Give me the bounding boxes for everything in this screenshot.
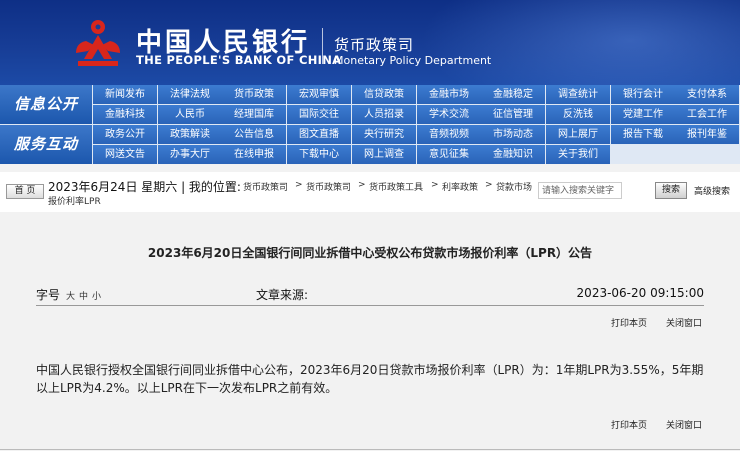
service-nav-item[interactable]: 办事大厅 [158,145,222,164]
banner-glow [420,0,740,85]
nav-grid-info: 新闻发布 法律法规 货币政策 宏观审慎 信贷政策 金融市场 金融稳定 调查统计 银行会计 支付体系… [93,85,740,124]
info-nav-item[interactable]: 金融市场 [417,85,481,104]
info-nav-item[interactable]: 调查统计 [546,85,610,104]
font-size-small-button[interactable]: 小 [92,289,101,302]
close-window-link-bottom[interactable]: 关闭窗口 [666,418,702,431]
breadcrumb-item[interactable]: 货币政策司 [306,180,351,193]
info-nav-item[interactable]: 党建工作 [611,105,675,124]
print-page-link-bottom[interactable]: 打印本页 [611,418,647,431]
breadcrumb-separator: > [431,180,439,190]
service-nav-item[interactable]: 公告信息 [222,125,286,144]
article-title: 2023年6月20日全国银行间同业拆借中心受权公布贷款市场报价利率（LPR）公告 [147,246,593,260]
dept-name-cn: 货币政策司 [334,36,415,54]
print-page-link[interactable]: 打印本页 [611,316,647,329]
article-meta: 字号 大 中 小 文章来源: 2023-06-20 09:15:00 [36,286,704,306]
content-divider [0,449,740,450]
font-size-large-button[interactable]: 大 [66,289,75,302]
info-nav-item[interactable]: 反洗钱 [546,105,610,124]
home-button[interactable]: 首 页 [6,184,44,199]
breadcrumb-item[interactable]: 利率政策 [442,180,478,193]
breadcrumb-item[interactable]: 贷款市场 [496,180,532,193]
info-nav-item[interactable]: 银行会计 [611,85,675,104]
breadcrumb-item-lpr[interactable]: 报价利率LPR [48,194,101,207]
service-nav-item[interactable]: 在线申报 [222,145,286,164]
main-nav: 信息公开 新闻发布 法律法规 货币政策 宏观审慎 信贷政策 金融市场 金融稳定 调查统计 银行会… [0,85,740,164]
info-nav-item[interactable]: 信贷政策 [352,85,416,104]
nav-label-service[interactable]: 服务互动 [0,125,92,164]
service-nav-item[interactable]: 金融知识 [481,145,545,164]
breadcrumb-bar: 首 页 2023年6月24日 星期六 | 我的位置: 货币政策司 > 货币政策司 > 货… [0,172,740,212]
info-nav-item[interactable]: 国际交往 [287,105,351,124]
info-nav-item[interactable]: 经理国库 [222,105,286,124]
info-nav-item[interactable]: 法律法规 [158,85,222,104]
service-nav-item[interactable]: 关于我们 [546,145,610,164]
info-nav-item[interactable]: 宏观审慎 [287,85,351,104]
info-nav-item[interactable]: 支付体系 [675,85,739,104]
header-divider [322,28,323,64]
service-nav-item[interactable]: 政务公开 [93,125,157,144]
service-nav-item[interactable]: 网上展厅 [546,125,610,144]
close-window-link[interactable]: 关闭窗口 [666,316,702,329]
article-source: 文章来源: [256,288,309,302]
nav-label-info[interactable]: 信息公开 [0,85,92,124]
info-nav-item[interactable]: 金融稳定 [481,85,545,104]
breadcrumb-separator: > [358,180,366,190]
dept-name-en: Monetary Policy Department [334,54,492,67]
article-body: 中国人民银行授权全国银行间同业拆借中心公布，2023年6月20日贷款市场报价利率… [36,363,704,395]
service-nav-item[interactable]: 央行研究 [352,125,416,144]
info-nav-item[interactable]: 金融科技 [93,105,157,124]
font-size-medium-button[interactable]: 中 [79,289,88,302]
service-nav-item[interactable]: 网上调查 [352,145,416,164]
current-date: 2023年6月24日 星期六 | 我的位置: [48,180,241,194]
nav-row-service: 服务互动 政务公开 政策解读 公告信息 图文直播 央行研究 音频视频 市场动态 网上展厅 报告下… [0,125,740,164]
breadcrumb-item[interactable]: 货币政策工具 [369,180,423,193]
breadcrumb-item[interactable]: 货币政策司 [243,180,288,193]
service-nav-item[interactable]: 意见征集 [417,145,481,164]
breadcrumb-separator: > [295,180,303,190]
info-nav-item[interactable]: 新闻发布 [93,85,157,104]
service-nav-item[interactable]: 报告下载 [611,125,675,144]
publish-time: 2023-06-20 09:15:00 [576,286,704,300]
article-area: 2023年6月20日全国银行间同业拆借中心受权公布贷款市场报价利率（LPR）公告… [0,212,740,451]
service-nav-item[interactable]: 政策解读 [158,125,222,144]
site-banner: 中国人民银行 THE PEOPLE'S BANK OF CHINA 货币政策司 … [0,0,740,85]
pboc-emblem-icon[interactable] [70,17,126,69]
search-button[interactable]: 搜索 [655,182,687,199]
bank-name-en: THE PEOPLE'S BANK OF CHINA [136,53,342,67]
service-nav-item[interactable]: 市场动态 [481,125,545,144]
service-nav-item[interactable]: 下载中心 [287,145,351,164]
nav-grid-service: 政务公开 政策解读 公告信息 图文直播 央行研究 音频视频 市场动态 网上展厅 报告下载 报刊年鉴… [93,125,740,164]
service-nav-item[interactable]: 音频视频 [417,125,481,144]
font-size-label: 字号 [36,288,61,302]
search-input[interactable] [538,182,622,199]
info-nav-item[interactable]: 人员招录 [352,105,416,124]
nav-row-info: 信息公开 新闻发布 法律法规 货币政策 宏观审慎 信贷政策 金融市场 金融稳定 调查统计 银行会… [0,85,740,124]
service-nav-item[interactable]: 网送文告 [93,145,157,164]
breadcrumb-separator: > [485,180,493,190]
service-nav-item[interactable]: 报刊年鉴 [675,125,739,144]
info-nav-item[interactable]: 货币政策 [222,85,286,104]
info-nav-item[interactable]: 工会工作 [675,105,739,124]
info-nav-item[interactable]: 征信管理 [481,105,545,124]
service-nav-item[interactable]: 图文直播 [287,125,351,144]
info-nav-item[interactable]: 学术交流 [417,105,481,124]
info-nav-item[interactable]: 人民币 [158,105,222,124]
advanced-search-link[interactable]: 高级搜索 [694,184,730,197]
